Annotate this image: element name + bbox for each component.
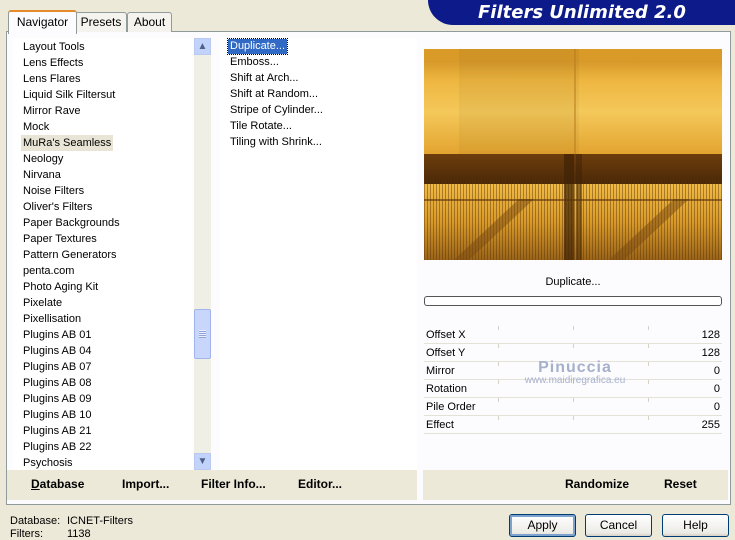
category-item[interactable]: Plugins AB 21 <box>21 423 94 439</box>
category-list[interactable]: Layout Tools Lens Effects Lens Flares Liqui… <box>13 38 193 470</box>
category-item[interactable]: Plugins AB 09 <box>21 391 94 407</box>
preview-image <box>424 49 722 260</box>
slider-tick <box>573 344 574 348</box>
watermark: Pinuccia www.maidiregrafica.eu <box>510 359 640 386</box>
scroll-thumb[interactable] <box>194 309 211 359</box>
parameter-value: 128 <box>701 329 720 341</box>
category-item[interactable]: Plugins AB 08 <box>21 375 94 391</box>
category-item[interactable]: Pixellisation <box>21 311 83 327</box>
parameter-label: Pile Order <box>426 401 476 413</box>
category-item[interactable]: MuRa's Seamless <box>21 135 114 151</box>
category-item[interactable]: Psychosis <box>21 455 75 470</box>
slider-tick <box>498 326 499 330</box>
parameter-value: 0 <box>713 365 720 377</box>
filter-list[interactable]: Duplicate... Emboss... Shift at Arch... Shi… <box>220 38 417 470</box>
slider-tick <box>498 398 499 402</box>
parameter-value: 255 <box>701 419 720 431</box>
parameter-value: 128 <box>701 347 720 359</box>
reset-button[interactable]: Reset <box>664 477 697 491</box>
help-button[interactable]: Help <box>662 514 729 537</box>
slider-tick <box>573 416 574 420</box>
apply-button[interactable]: Apply <box>509 514 576 537</box>
category-item[interactable]: Pattern Generators <box>21 247 119 263</box>
category-item[interactable]: Mirror Rave <box>21 103 82 119</box>
status-filters: Filters: 1138 <box>10 528 91 540</box>
category-item[interactable]: Pixelate <box>21 295 64 311</box>
tab-presets[interactable]: Presets <box>75 12 127 32</box>
category-item[interactable]: Plugins AB 22 <box>21 439 94 455</box>
status-database: Database: ICNET-Filters <box>10 515 133 527</box>
scroll-up-button[interactable]: ▲ <box>194 38 211 55</box>
category-item[interactable]: Paper Textures <box>21 231 99 247</box>
slider-tick <box>648 380 649 384</box>
status-database-value: ICNET-Filters <box>67 515 133 527</box>
import-button[interactable]: Import... <box>122 477 169 491</box>
chevron-up-icon: ▲ <box>197 41 208 52</box>
filter-item[interactable]: Tile Rotate... <box>228 119 294 134</box>
slider-tick <box>648 416 649 420</box>
slider-tick <box>573 326 574 330</box>
parameter-label: Rotation <box>426 383 467 395</box>
category-item[interactable]: Neology <box>21 151 65 167</box>
category-item[interactable]: Paper Backgrounds <box>21 215 122 231</box>
tab-navigator[interactable]: Navigator <box>8 10 77 34</box>
slider-tick <box>573 398 574 402</box>
grip-icon <box>199 330 206 338</box>
parameter-row[interactable]: Effect 255 <box>424 416 722 434</box>
category-item[interactable]: Photo Aging Kit <box>21 279 100 295</box>
category-item[interactable]: Noise Filters <box>21 183 86 199</box>
filter-item[interactable]: Tiling with Shrink... <box>228 135 324 150</box>
category-item[interactable]: Plugins AB 01 <box>21 327 94 343</box>
cancel-button[interactable]: Cancel <box>585 514 652 537</box>
slider-tick <box>498 380 499 384</box>
parameter-label: Effect <box>426 419 454 431</box>
parameter-value: 0 <box>713 383 720 395</box>
slider-tick <box>648 344 649 348</box>
current-filter-label: Duplicate... <box>545 276 601 288</box>
slider-tick <box>498 344 499 348</box>
category-item[interactable]: Lens Effects <box>21 55 85 71</box>
slider-tick <box>648 326 649 330</box>
app-title: Filters Unlimited 2.0 <box>478 2 686 23</box>
parameter-label: Offset Y <box>426 347 466 359</box>
tab-about[interactable]: About <box>127 12 172 32</box>
category-item[interactable]: Layout Tools <box>21 39 87 55</box>
filter-item[interactable]: Duplicate... <box>226 38 289 55</box>
status-database-label: Database: <box>10 515 61 527</box>
filter-item[interactable]: Emboss... <box>228 55 281 70</box>
parameter-label: Mirror <box>426 365 455 377</box>
status-filters-label: Filters: <box>10 528 43 540</box>
filter-item[interactable]: Stripe of Cylinder... <box>228 103 325 118</box>
parameter-value: 0 <box>713 401 720 413</box>
category-item[interactable]: Plugins AB 10 <box>21 407 94 423</box>
filter-item[interactable]: Shift at Arch... <box>228 71 300 86</box>
category-item[interactable]: Oliver's Filters <box>21 199 94 215</box>
parameter-row[interactable]: Offset X 128 <box>424 326 722 344</box>
chevron-down-icon: ▼ <box>197 456 208 467</box>
slider-tick <box>498 362 499 366</box>
watermark-url: www.maidiregrafica.eu <box>524 375 626 386</box>
parameter-label: Offset X <box>426 329 466 341</box>
category-scrollbar[interactable] <box>194 38 211 470</box>
filter-info-button[interactable]: Filter Info... <box>201 477 266 491</box>
randomize-button[interactable]: Randomize <box>565 477 629 491</box>
slider-tick <box>648 362 649 366</box>
slider-tick <box>498 416 499 420</box>
progress-bar <box>424 296 722 306</box>
category-item[interactable]: Mock <box>21 119 51 135</box>
parameter-slider-track[interactable] <box>424 433 722 434</box>
category-item[interactable]: Plugins AB 07 <box>21 359 94 375</box>
scroll-down-button[interactable]: ▼ <box>194 453 211 470</box>
editor-button[interactable]: Editor... <box>298 477 342 491</box>
category-item[interactable]: Lens Flares <box>21 71 82 87</box>
category-item[interactable]: penta.com <box>21 263 76 279</box>
category-item[interactable]: Plugins AB 04 <box>21 343 94 359</box>
filter-item[interactable]: Shift at Random... <box>228 87 320 102</box>
parameter-row[interactable]: Pile Order 0 <box>424 398 722 416</box>
database-button[interactable]: Database <box>31 477 84 491</box>
category-item[interactable]: Liquid Silk Filtersut <box>21 87 117 103</box>
slider-tick <box>648 398 649 402</box>
status-filters-value: 1138 <box>67 528 91 540</box>
category-item[interactable]: Nirvana <box>21 167 63 183</box>
